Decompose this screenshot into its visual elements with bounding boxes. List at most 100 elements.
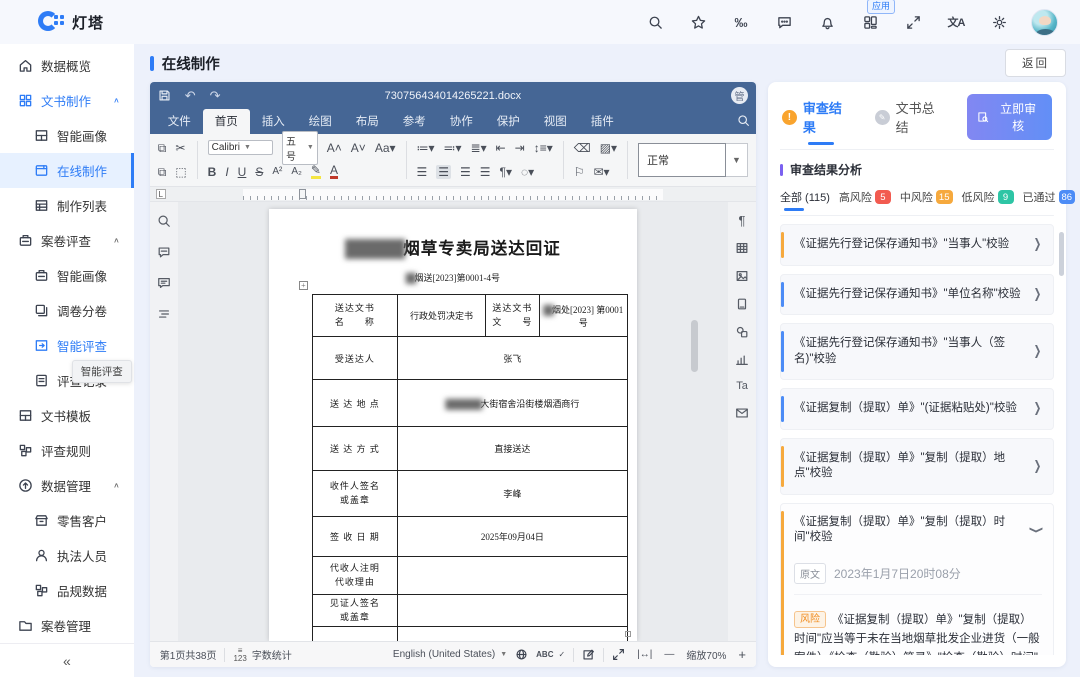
tab-file[interactable]: 文件 (156, 109, 203, 134)
save-icon[interactable] (158, 89, 171, 102)
underline-icon[interactable]: U (238, 166, 247, 178)
zoom-in-button[interactable]: + (738, 647, 746, 662)
sidebar-item-online-creation[interactable]: 在线制作 (0, 153, 134, 188)
change-case-icon[interactable]: Aa▾ (375, 142, 396, 154)
clear-format-icon[interactable]: ⌫ (574, 142, 591, 154)
rate-edit-icon[interactable]: ‰ (730, 11, 752, 33)
fill-color-icon[interactable]: ▨▾ (600, 142, 617, 154)
sidebar-item-volume-split[interactable]: 调卷分卷 (0, 293, 134, 328)
align-right-icon[interactable]: ☰ (460, 166, 471, 178)
panel-scrollbar[interactable] (1059, 232, 1064, 276)
decrease-indent-icon[interactable]: ⇤ (496, 142, 506, 154)
fit-width-icon[interactable]: |↔| (637, 649, 652, 660)
cut-icon[interactable]: ✂ (175, 142, 185, 154)
highlight-color-icon[interactable]: ✎ (311, 164, 321, 179)
chevron-down-icon[interactable]: ❯ (1029, 526, 1045, 534)
copy-icon[interactable]: ⧉ (158, 166, 167, 178)
review-item[interactable]: 《证据先行登记保存通知书》"单位名称"校验❯ (780, 274, 1054, 316)
filter-passed[interactable]: 已通过86 (1023, 189, 1076, 205)
vertical-scrollbar[interactable] (691, 320, 698, 372)
word-count-button[interactable]: ≡123字数统计 (233, 647, 291, 663)
tab-review-results[interactable]: !审查结果 (782, 98, 855, 136)
redo-icon[interactable]: ↷ (210, 89, 221, 102)
message-icon[interactable] (773, 11, 795, 33)
back-button[interactable]: 返回 (1005, 49, 1066, 77)
zoom-level[interactable]: 缩放70% (686, 647, 726, 662)
paragraph-marks-icon[interactable]: ¶▾ (500, 166, 512, 178)
language-select[interactable]: English (United States)▼ (393, 649, 507, 660)
chevron-down-icon[interactable]: ▼ (726, 143, 748, 177)
page-counter[interactable]: 第1页共38页 (160, 647, 217, 662)
sidebar-collapse-button[interactable]: « (0, 643, 134, 677)
sidebar-item-case-management[interactable]: 案卷管理 (0, 608, 134, 643)
document-scroll-area[interactable]: ██████烟草专卖局送达回证 ██烟送[2023]第0001-4号 + 送达文… (178, 202, 728, 641)
bullet-list-icon[interactable]: ≔▾ (416, 142, 434, 154)
review-item[interactable]: 《证据复制（提取）单》"(证据粘贴处)"校验❯ (780, 388, 1054, 430)
numbered-list-icon[interactable]: ≕▾ (444, 142, 462, 154)
tab-layout[interactable]: 布局 (344, 109, 391, 134)
paste-icon[interactable]: ⧉ (158, 142, 167, 154)
document-language-icon[interactable] (515, 648, 528, 661)
indent-marker[interactable] (299, 189, 306, 199)
mailmerge-settings-icon[interactable] (735, 406, 749, 420)
sidebar-group-document-creation[interactable]: 文书制作∧ (0, 83, 134, 118)
tab-collaboration[interactable]: 协作 (438, 109, 485, 134)
undo-icon[interactable]: ↶ (185, 89, 196, 102)
paragraph-settings-icon[interactable]: ¶ (739, 214, 746, 227)
style-gallery[interactable]: 正常 ▼ (638, 143, 748, 177)
tab-view[interactable]: 视图 (532, 109, 579, 134)
shading-icon[interactable]: ◌▾ (521, 166, 534, 178)
filter-mid-risk[interactable]: 中风险15 (900, 189, 953, 205)
align-left-icon[interactable]: ☰ (416, 166, 427, 178)
table-resize-handle[interactable] (625, 631, 631, 637)
tab-doc-summary[interactable]: ✎文书总结 (875, 98, 948, 136)
sidebar-item-smart-portrait[interactable]: 智能画像 (0, 118, 134, 153)
chat-panel-icon[interactable] (157, 276, 171, 290)
filter-high-risk[interactable]: 高风险5 (839, 189, 891, 205)
sidebar-item-retail-customers[interactable]: 零售客户 (0, 503, 134, 538)
increase-indent-icon[interactable]: ⇥ (515, 142, 525, 154)
sidebar-group-data-management[interactable]: 数据管理∧ (0, 468, 134, 503)
track-changes-icon[interactable] (582, 648, 595, 661)
strikethrough-icon[interactable]: S (255, 166, 263, 178)
superscript-icon[interactable]: A² (272, 167, 282, 177)
italic-icon[interactable]: I (225, 166, 228, 178)
style-name-box[interactable]: 正常 (638, 143, 726, 177)
document-page[interactable]: ██████烟草专卖局送达回证 ██烟送[2023]第0001-4号 + 送达文… (269, 209, 637, 641)
font-name-select[interactable]: Calibri▼ (208, 140, 273, 155)
review-item[interactable]: 《证据先行登记保存通知书》"当事人（签名)"校验❯ (780, 323, 1054, 380)
sidebar-item-data-overview[interactable]: 数据概览 (0, 48, 134, 83)
bold-icon[interactable]: B (208, 166, 217, 178)
sidebar-item-review-rules[interactable]: 评查规则 (0, 433, 134, 468)
select-icon[interactable]: ⬚ (175, 166, 186, 178)
favorite-star-icon[interactable] (687, 11, 709, 33)
fit-page-icon[interactable] (612, 648, 625, 661)
audit-now-button[interactable]: 立即审核 (967, 94, 1052, 140)
table-settings-icon[interactable] (735, 241, 749, 255)
review-item[interactable]: 《证据复制（提取）单》"复制（提取）地点"校验❯ (780, 438, 1054, 495)
ruler[interactable]: L (150, 187, 756, 202)
tab-home[interactable]: 首页 (203, 109, 250, 134)
translate-icon[interactable]: 文A (945, 11, 967, 33)
notification-bell-icon[interactable] (816, 11, 838, 33)
editor-user-avatar[interactable]: 管 (731, 87, 748, 104)
sidebar-item-smart-portrait-2[interactable]: 智能画像 (0, 258, 134, 293)
search-icon[interactable] (644, 11, 666, 33)
sidebar-item-doc-templates[interactable]: 文书模板 (0, 398, 134, 433)
line-spacing-icon[interactable]: ↕≡▾ (534, 142, 553, 154)
font-size-select[interactable]: 五号▼ (282, 131, 318, 165)
page-settings-icon[interactable] (735, 297, 749, 311)
fullscreen-icon[interactable] (902, 11, 924, 33)
justify-icon[interactable]: ☰ (480, 166, 491, 178)
tab-protection[interactable]: 保护 (485, 109, 532, 134)
sidebar-item-brand-data[interactable]: 品规数据 (0, 573, 134, 608)
format-painter-icon[interactable]: ⚐ (574, 166, 585, 178)
tab-plugins[interactable]: 插件 (579, 109, 626, 134)
grow-font-icon[interactable]: A˄ (327, 142, 342, 154)
shape-settings-icon[interactable] (735, 325, 749, 339)
review-item[interactable]: 《证据先行登记保存通知书》"当事人"校验❯ (780, 224, 1054, 266)
sidebar-item-creation-list[interactable]: 制作列表 (0, 188, 134, 223)
font-color-icon[interactable]: A (330, 164, 338, 179)
user-avatar[interactable] (1031, 9, 1058, 36)
spellcheck-icon[interactable]: ABC✓ (536, 650, 565, 659)
